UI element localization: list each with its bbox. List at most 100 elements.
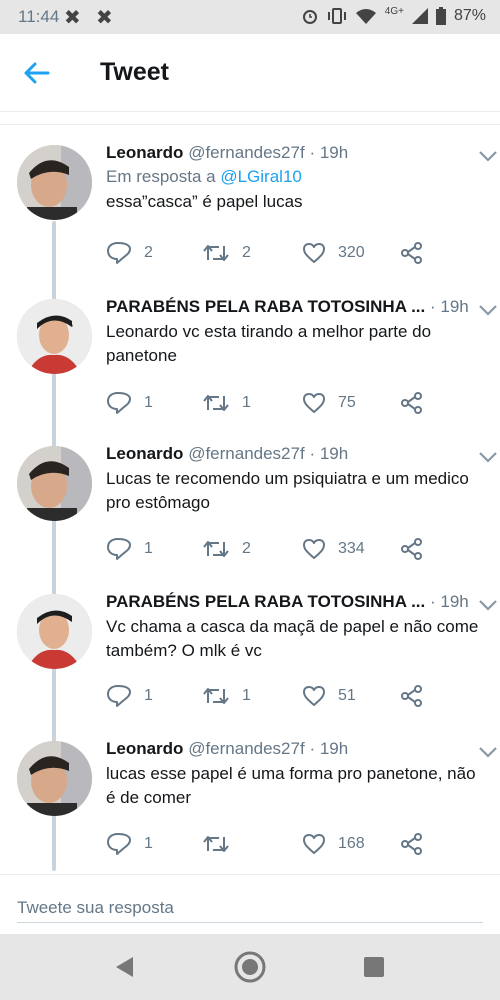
reply-button[interactable]: 1 — [106, 681, 153, 711]
reply-context: Em resposta a @LGiral10 — [106, 165, 484, 189]
reply-count: 1 — [144, 540, 153, 557]
avatar[interactable] — [17, 446, 92, 521]
display-name[interactable]: PARABÉNS PELA RABA TOTOSINHA ... — [106, 297, 425, 316]
wifi-icon — [355, 8, 376, 24]
like-count: 320 — [338, 244, 365, 261]
timestamp: · 19h — [309, 143, 349, 162]
share-icon — [401, 685, 422, 707]
share-button[interactable] — [400, 681, 424, 711]
user-handle[interactable]: @fernandes27f — [188, 143, 305, 162]
share-icon — [401, 242, 422, 264]
reply-icon — [107, 833, 131, 855]
retweet-button[interactable]: 1 — [202, 681, 251, 711]
like-button[interactable]: 320 — [302, 238, 365, 268]
tweet[interactable]: Leonardo @fernandes27f · 19h lucas esse … — [0, 729, 500, 875]
tweet[interactable]: Leonardo @fernandes27f · 19h Em resposta… — [0, 137, 500, 287]
like-button[interactable]: 51 — [302, 681, 356, 711]
timestamp: · 19h — [309, 739, 349, 758]
display-name[interactable]: PARABÉNS PELA RABA TOTOSINHA ... — [106, 592, 425, 611]
reply-button[interactable]: 2 — [106, 238, 153, 268]
reply-input[interactable] — [17, 893, 483, 923]
share-button[interactable] — [400, 534, 424, 564]
battery-icon — [435, 6, 446, 25]
display-name[interactable]: Leonardo — [106, 143, 183, 162]
tweet[interactable]: Leonardo @fernandes27f · 19h Lucas te re… — [0, 433, 500, 581]
home-circle-icon — [234, 951, 266, 983]
chevron-down-icon[interactable] — [478, 303, 498, 317]
share-button[interactable] — [400, 829, 424, 859]
retweet-button[interactable]: 2 — [202, 238, 251, 268]
tweet-actions: 1 1 75 — [106, 388, 436, 418]
retweet-icon — [203, 541, 229, 557]
tweet-thread: Leonardo @fernandes27f · 19h Em resposta… — [0, 124, 500, 874]
retweet-button[interactable] — [202, 829, 242, 859]
alarm-icon — [302, 9, 317, 24]
reply-button[interactable]: 1 — [106, 829, 153, 859]
reply-button[interactable]: 1 — [106, 388, 153, 418]
recents-square-icon — [364, 957, 384, 977]
retweet-count: 2 — [242, 244, 251, 261]
avatar[interactable] — [17, 594, 92, 669]
arrow-left-icon — [24, 62, 50, 84]
nav-recents-button[interactable] — [358, 951, 390, 983]
tweet-actions: 2 2 320 — [106, 238, 436, 268]
share-button[interactable] — [400, 388, 424, 418]
display-name[interactable]: Leonardo — [106, 739, 183, 758]
battery-level: 87% — [453, 6, 486, 24]
avatar[interactable] — [17, 145, 92, 220]
reply-count: 1 — [144, 394, 153, 411]
reply-icon — [107, 538, 131, 560]
share-button[interactable] — [400, 238, 424, 268]
retweet-button[interactable]: 1 — [202, 388, 251, 418]
like-count: 334 — [338, 540, 365, 557]
tweet-text: Lucas te recomendo um psiquiatra e um me… — [106, 469, 469, 512]
tweet-header: PARABÉNS PELA RABA TOTOSINHA ... · 19h — [106, 295, 484, 319]
like-button[interactable]: 168 — [302, 829, 365, 859]
timestamp: · 19h — [429, 297, 469, 316]
display-name[interactable]: Leonardo — [106, 444, 183, 463]
retweet-icon — [203, 688, 229, 704]
notification-icon: ✖ — [96, 7, 113, 29]
chevron-down-icon[interactable] — [478, 149, 498, 163]
tweet-header: Leonardo @fernandes27f · 19h — [106, 141, 484, 165]
reply-icon — [107, 242, 131, 264]
vibrate-icon — [327, 7, 346, 24]
tweet-text: Vc chama a casca da maçã de papel e não … — [106, 617, 479, 660]
like-button[interactable]: 75 — [302, 388, 356, 418]
status-time: 11:44 — [18, 7, 60, 26]
tweet-header: Leonardo @fernandes27f · 19h — [106, 737, 484, 761]
user-handle[interactable]: @fernandes27f — [188, 739, 305, 758]
tweet-text: essa”casca” é papel lucas — [106, 192, 303, 211]
reply-button[interactable]: 1 — [106, 534, 153, 564]
like-button[interactable]: 334 — [302, 534, 365, 564]
user-handle[interactable]: @fernandes27f — [188, 444, 305, 463]
reply-count: 1 — [144, 835, 153, 852]
nav-back-button[interactable] — [108, 951, 140, 983]
chevron-down-icon[interactable] — [478, 450, 498, 464]
like-count: 51 — [338, 687, 356, 704]
chevron-down-icon[interactable] — [478, 745, 498, 759]
tweet-actions: 1 1 51 — [106, 681, 436, 711]
reply-composer — [0, 874, 500, 934]
avatar[interactable] — [17, 741, 92, 816]
retweet-button[interactable]: 2 — [202, 534, 251, 564]
back-button[interactable] — [20, 56, 54, 90]
avatar[interactable] — [17, 299, 92, 374]
timestamp: · 19h — [429, 592, 469, 611]
tweet-header: Leonardo @fernandes27f · 19h — [106, 442, 484, 466]
retweet-count: 1 — [242, 687, 251, 704]
tweet-text: Leonardo vc esta tirando a melhor parte … — [106, 322, 432, 365]
nav-home-button[interactable] — [234, 951, 266, 983]
retweet-count: 1 — [242, 394, 251, 411]
chevron-down-icon[interactable] — [478, 598, 498, 612]
retweet-count: 2 — [242, 540, 251, 557]
app-bar: Tweet — [0, 34, 500, 112]
tweet[interactable]: PARABÉNS PELA RABA TOTOSINHA ... · 19h L… — [0, 287, 500, 433]
reply-count: 2 — [144, 244, 153, 261]
like-count: 168 — [338, 835, 365, 852]
retweet-icon — [203, 395, 229, 411]
signal-icon — [411, 7, 428, 24]
heart-icon — [303, 834, 325, 854]
reply-mention-link[interactable]: @LGiral10 — [220, 167, 302, 186]
share-icon — [401, 538, 422, 560]
